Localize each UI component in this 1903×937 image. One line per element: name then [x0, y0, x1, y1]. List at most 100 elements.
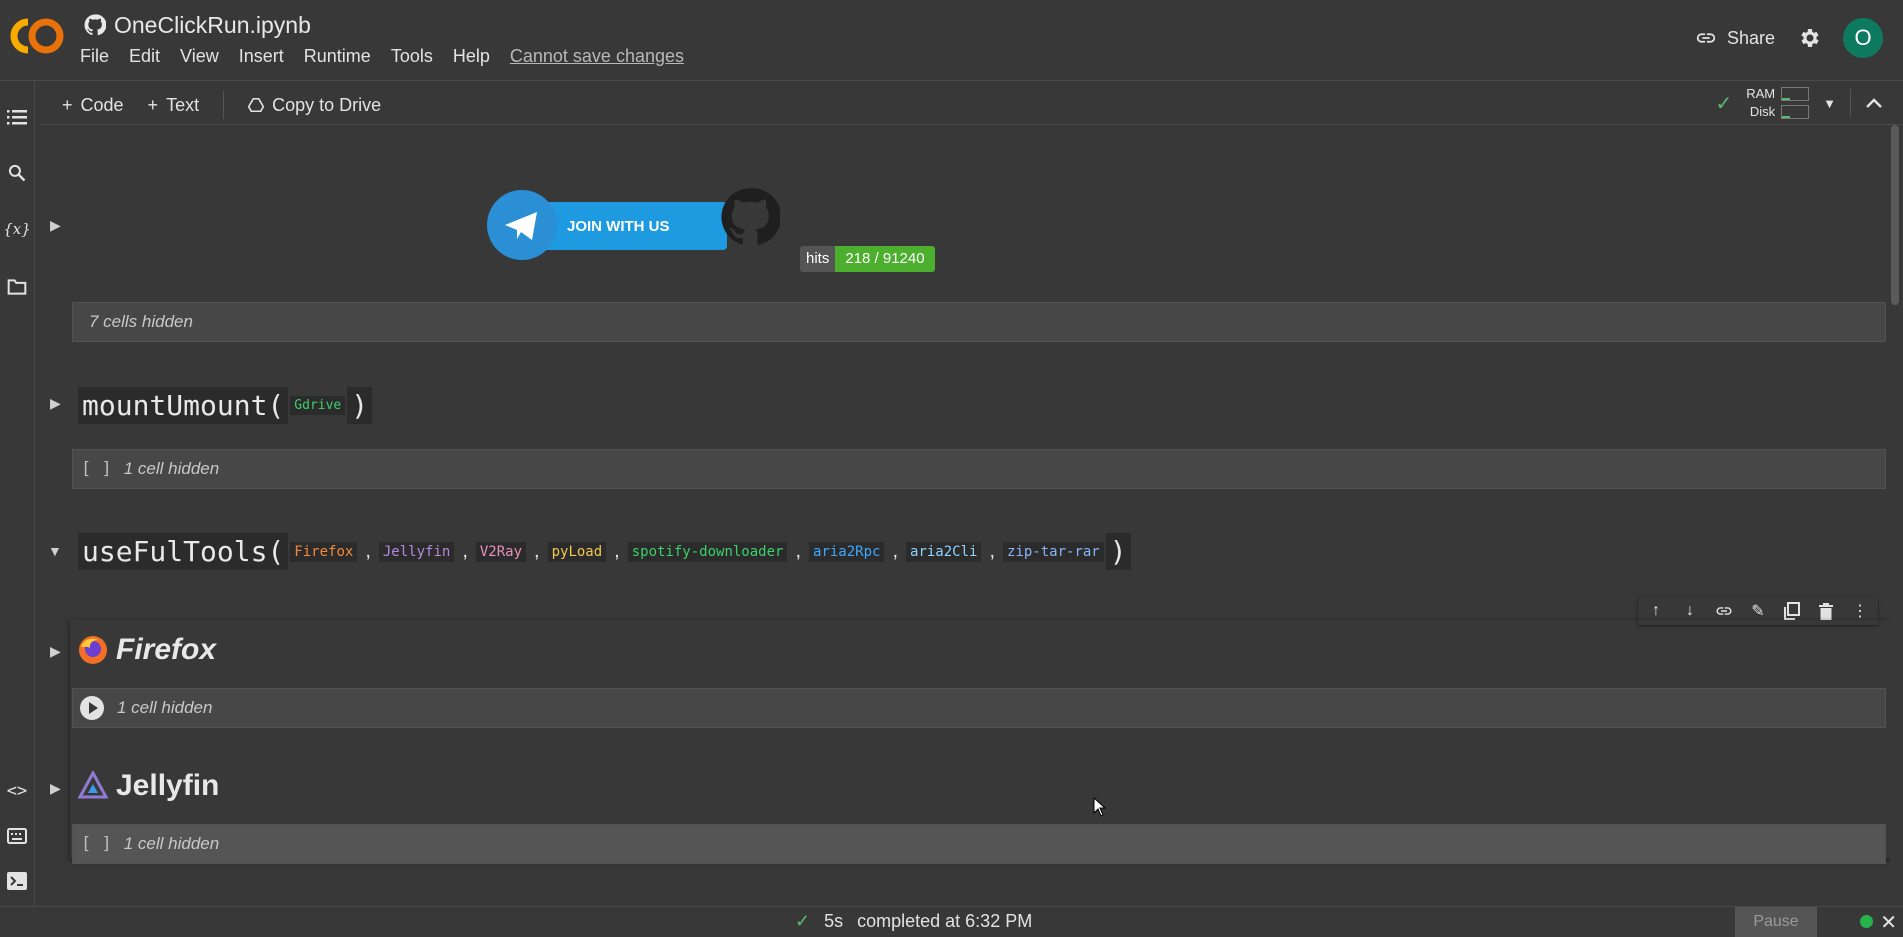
menu-bar: File Edit View Insert Runtime Tools Help… [80, 46, 684, 67]
selected-section-frame [70, 620, 1890, 858]
section-expand-caret-icon[interactable]: ▶ [50, 643, 61, 660]
mount-section-heading: mountUmount( Gdrive ) [78, 387, 373, 424]
ram-disk-indicator[interactable]: RAM Disk [1746, 85, 1810, 121]
plus-icon: + [62, 94, 73, 115]
move-down-arrow-icon[interactable]: ↓ [1680, 601, 1700, 621]
hits-value: 218 / 91240 [835, 246, 935, 272]
jellyfin-section-heading: Jellyfin [78, 769, 219, 803]
menu-tools[interactable]: Tools [391, 46, 433, 67]
drive-icon [248, 98, 265, 112]
more-options-icon[interactable]: ⋮ [1850, 601, 1870, 621]
cell-run-bracket[interactable]: [ ] [81, 459, 112, 479]
notebook-title[interactable]: OneClickRun.ipynb [84, 10, 311, 40]
telegram-join-button[interactable]: JOIN WITH US [487, 190, 729, 260]
hidden-cells-bar[interactable]: 1 cell hidden [72, 688, 1886, 728]
hidden-cells-text: 1 cell hidden [123, 834, 220, 853]
tool-separator: , [614, 540, 620, 562]
toolbar-divider [223, 91, 225, 119]
move-up-arrow-icon[interactable]: ↑ [1646, 601, 1666, 621]
menu-file[interactable]: File [80, 46, 109, 67]
firefox-title: Firefox [116, 633, 217, 666]
vertical-scrollbar[interactable] [1891, 125, 1899, 305]
add-code-button[interactable]: + Code [62, 95, 124, 116]
plus-icon: + [147, 94, 159, 115]
share-button[interactable]: Share [1695, 27, 1775, 49]
edit-pencil-icon[interactable]: ✎ [1748, 601, 1768, 621]
variables-icon[interactable]: {x} [3, 217, 31, 241]
menu-view[interactable]: View [180, 46, 219, 67]
pause-button[interactable]: Pause [1735, 907, 1817, 937]
connection-status-dot [1860, 915, 1873, 928]
delete-trash-icon[interactable] [1816, 601, 1836, 621]
hidden-cells-text: 1 cell hidden [117, 698, 213, 717]
run-cell-play-icon[interactable] [79, 695, 105, 721]
disk-label: Disk [1749, 104, 1776, 119]
terminal-icon[interactable] [5, 869, 29, 893]
github-icon[interactable] [720, 187, 780, 247]
share-label: Share [1726, 27, 1775, 48]
tools-close-paren: ) [1105, 533, 1131, 570]
gdrive-chip: Gdrive [290, 396, 346, 415]
section-collapse-caret-icon[interactable]: ▼ [48, 543, 62, 559]
code-snippets-icon[interactable]: <> [5, 779, 29, 803]
hidden-cells-bar[interactable]: 7 cells hidden [72, 302, 1886, 342]
search-icon[interactable] [5, 161, 29, 185]
copy-to-drive-button[interactable]: Copy to Drive [248, 95, 381, 116]
add-text-button[interactable]: + Text [148, 95, 200, 116]
hidden-cells-bar[interactable]: [ ] 1 cell hidden [72, 824, 1886, 864]
tool-separator: , [892, 540, 899, 562]
left-rail: {x} <> [0, 81, 35, 906]
cell-run-bracket[interactable]: [ ] [81, 834, 112, 854]
mount-close-paren: ) [347, 387, 373, 424]
hits-label: hits [800, 246, 836, 272]
tool-chip-v2ray: V2Ray [475, 541, 527, 562]
menu-edit[interactable]: Edit [129, 46, 160, 67]
copy-to-drive-label: Copy to Drive [272, 94, 382, 115]
telegram-button-label: JOIN WITH US [567, 218, 670, 235]
files-folder-icon[interactable] [5, 275, 29, 299]
tools-section-heading: useFulTools( Firefox , Jellyfin , V2Ray … [78, 533, 1131, 570]
collapse-chevron-up-icon[interactable] [1865, 96, 1883, 110]
account-avatar[interactable]: O [1843, 18, 1883, 58]
colab-logo-icon[interactable] [8, 14, 64, 58]
status-bar: ✓ 5s completed at 6:32 PM Pause ✕ [0, 906, 1903, 937]
hidden-cells-bar[interactable]: [ ] 1 cell hidden [72, 449, 1886, 489]
command-palette-icon[interactable] [5, 824, 29, 848]
tool-chip-zip-tar-rar: zip-tar-rar [1003, 541, 1104, 562]
notebook-toolbar: + Code + Text Copy to Drive ✓ RAM Disk ▼ [40, 81, 1903, 125]
link-icon[interactable] [1714, 601, 1734, 621]
section-expand-caret-icon[interactable]: ▶ [50, 217, 61, 234]
mirror-cell-icon[interactable] [1782, 601, 1802, 621]
cannot-save-link[interactable]: Cannot save changes [510, 46, 684, 67]
menu-runtime[interactable]: Runtime [304, 46, 371, 67]
ram-bar [1781, 87, 1810, 101]
disk-bar [1781, 105, 1810, 119]
execution-time[interactable]: 5s [824, 911, 843, 932]
firefox-logo-icon [79, 636, 107, 664]
runtime-dropdown-icon[interactable]: ▼ [1823, 96, 1836, 111]
close-status-icon[interactable]: ✕ [1880, 910, 1897, 935]
tool-chip-spotify-downloader: spotify-downloader [627, 541, 788, 562]
header: OneClickRun.ipynb File Edit View Insert … [0, 0, 1903, 81]
connected-check-icon: ✓ [1715, 92, 1733, 115]
notebook-content: ▶ JOIN WITH US hits 218 / 91240 7 cells … [40, 125, 1890, 905]
menu-help[interactable]: Help [453, 46, 490, 67]
tool-chip-aria2rpc: aria2Rpc [809, 541, 885, 562]
mouse-pointer-icon [1093, 797, 1107, 817]
hits-badge[interactable]: hits 218 / 91240 [800, 246, 935, 272]
tool-separator: , [989, 540, 996, 562]
tools-function-name: useFulTools( [78, 533, 289, 570]
completed-status[interactable]: completed at 6:32 PM [857, 911, 1032, 932]
section-expand-caret-icon[interactable]: ▶ [50, 780, 61, 797]
menu-insert[interactable]: Insert [239, 46, 284, 67]
jellyfin-title: Jellyfin [116, 769, 220, 802]
add-text-label: Text [166, 94, 200, 115]
link-icon [1696, 33, 1716, 43]
table-of-contents-icon[interactable] [5, 105, 29, 129]
settings-gear-icon[interactable] [1797, 26, 1821, 50]
mount-function-name: mountUmount( [78, 387, 289, 424]
status-check-icon: ✓ [795, 911, 811, 931]
add-code-label: Code [80, 94, 124, 115]
section-expand-caret-icon[interactable]: ▶ [50, 395, 61, 412]
tool-separator: , [534, 540, 540, 562]
